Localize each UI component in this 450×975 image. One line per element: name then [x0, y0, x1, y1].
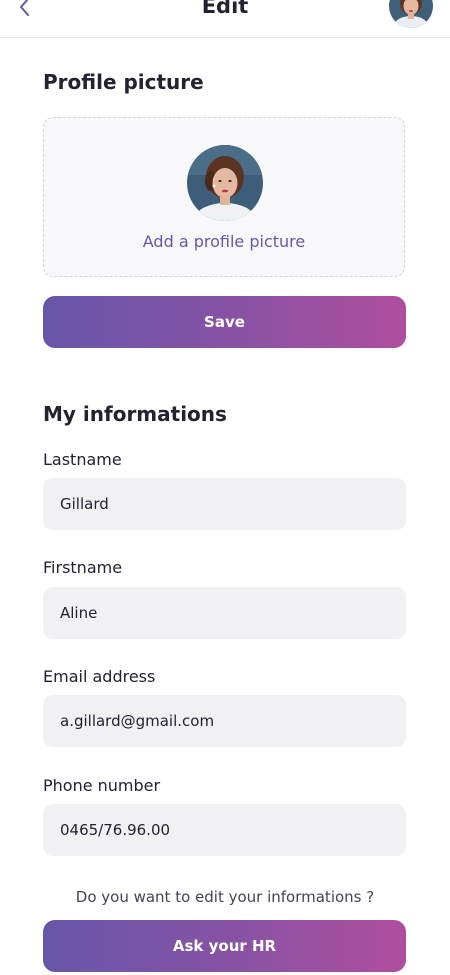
lastname-value: Gillard [60, 495, 109, 513]
phone-field[interactable]: 0465/76.96.00 [43, 804, 406, 856]
lastname-field[interactable]: Gillard [43, 478, 406, 530]
ask-hr-button[interactable]: Ask your HR [43, 920, 406, 972]
my-informations-heading: My informations [43, 402, 227, 426]
lastname-label: Lastname [43, 450, 122, 469]
profile-picture-heading: Profile picture [43, 70, 204, 94]
portrait-icon [187, 145, 263, 221]
avatar-portrait-icon [389, 0, 433, 28]
ask-hr-button-label: Ask your HR [172, 937, 277, 955]
phone-value: 0465/76.96.00 [60, 821, 171, 839]
phone-label: Phone number [43, 776, 161, 795]
profile-picture-preview [187, 145, 263, 221]
firstname-value: Aline [60, 604, 98, 622]
save-button-label: Save [204, 313, 245, 331]
firstname-label: Firstname [43, 558, 123, 577]
add-profile-picture-label: Add a profile picture [142, 232, 306, 251]
email-value: a.gillard@gmail.com [60, 712, 215, 730]
profile-picture-upload[interactable]: Add a profile picture [43, 117, 405, 277]
firstname-field[interactable]: Aline [43, 587, 406, 639]
save-button[interactable]: Save [43, 296, 406, 348]
email-field[interactable]: a.gillard@gmail.com [43, 695, 406, 747]
top-bar: Edit [0, 0, 450, 38]
edit-informations-question: Do you want to edit your informations ? [75, 888, 375, 906]
user-avatar[interactable] [389, 0, 433, 28]
page-title: Edit [201, 0, 249, 18]
email-label: Email address [43, 667, 156, 686]
